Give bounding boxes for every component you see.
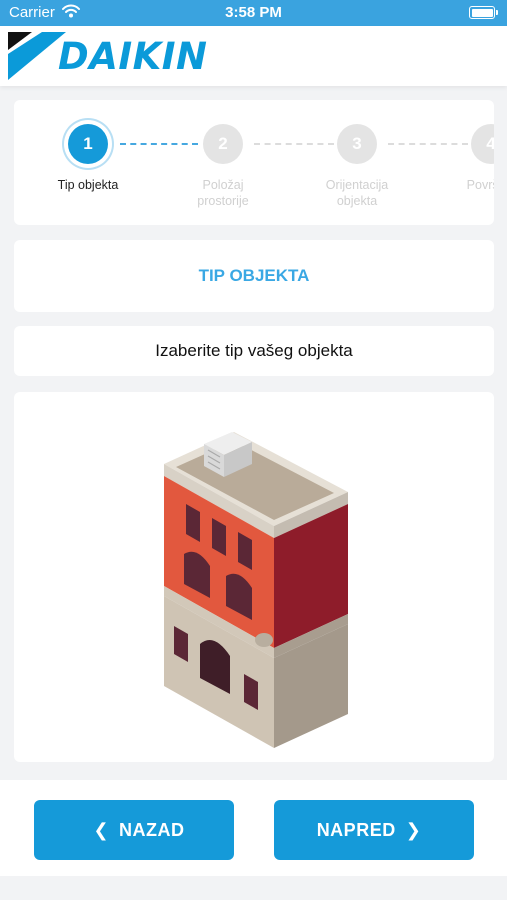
next-button-label: NAPRED xyxy=(316,819,396,840)
step-3[interactable]: 3 Orijentacija objekta xyxy=(297,124,417,209)
status-bar: Carrier 3:58 PM xyxy=(0,0,507,26)
step-label: Položaj prostorije xyxy=(197,178,249,208)
brand-name: DAIKIN xyxy=(58,35,208,78)
building-illustration xyxy=(164,432,348,748)
step-label: Tip objekta xyxy=(57,178,119,192)
daikin-logo: DAIKIN xyxy=(8,32,248,80)
chevron-left-icon: ❮ xyxy=(93,819,110,840)
step-label: Orijentacija objekta xyxy=(325,178,389,208)
back-button[interactable]: ❮ NAZAD xyxy=(34,800,234,860)
section-prompt: Izaberite tip vašeg objekta xyxy=(14,326,494,376)
app-header: DAIKIN xyxy=(0,26,507,86)
step-number: 3 xyxy=(337,124,377,164)
back-button-label: NAZAD xyxy=(119,819,185,840)
battery-icon xyxy=(469,6,498,19)
status-time: 3:58 PM xyxy=(225,4,282,21)
step-number: 1 xyxy=(68,124,108,164)
step-4[interactable]: 4 Površina xyxy=(431,124,494,193)
next-button[interactable]: NAPRED ❯ xyxy=(274,800,474,860)
section-title: TIP OBJEKTA xyxy=(14,240,494,312)
step-label: Površina xyxy=(466,178,494,192)
step-number: 2 xyxy=(203,124,243,164)
footer-bar: ❮ NAZAD NAPRED ❯ xyxy=(0,780,507,876)
chevron-right-icon: ❯ xyxy=(405,819,422,840)
step-number: 4 xyxy=(471,124,494,164)
step-1[interactable]: 1 Tip objekta xyxy=(28,124,148,193)
building-option-card[interactable] xyxy=(14,392,494,762)
step-2[interactable]: 2 Položaj prostorije xyxy=(163,124,283,209)
progress-stepper: 1 Tip objekta 2 Položaj prostorije 3 Ori… xyxy=(14,100,494,225)
